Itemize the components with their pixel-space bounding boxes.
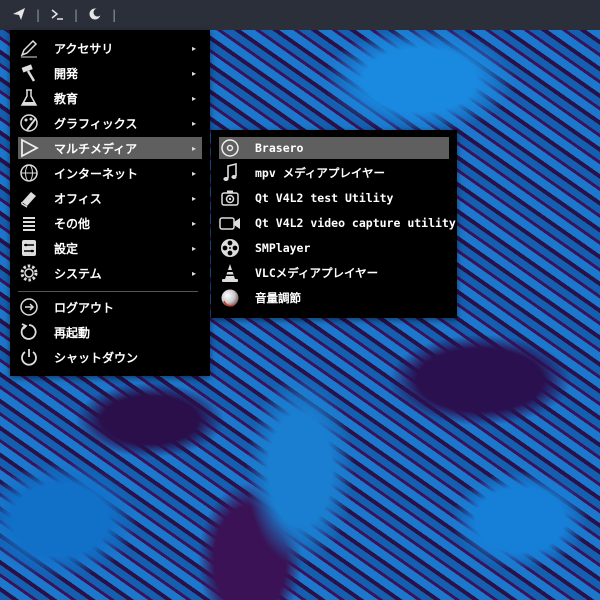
top-panel: | | | bbox=[0, 0, 600, 30]
pen-icon bbox=[18, 37, 40, 59]
moon-icon[interactable] bbox=[88, 7, 102, 24]
menu-item-other[interactable]: その他 ▸ bbox=[18, 212, 202, 234]
menu-item-label: オフィス bbox=[54, 191, 102, 206]
menu-item-label: システム bbox=[54, 266, 102, 281]
volume-icon bbox=[219, 287, 241, 309]
restart-icon bbox=[18, 321, 40, 343]
menu-item-label: 教育 bbox=[54, 91, 79, 106]
submenu-item-brasero[interactable]: Brasero bbox=[219, 137, 449, 159]
submenu-arrow-icon: ▸ bbox=[191, 193, 196, 203]
gear-icon bbox=[18, 262, 40, 284]
paper-plane-icon[interactable] bbox=[12, 7, 26, 24]
menu-item-label: マルチメディア bbox=[54, 141, 138, 156]
menu-separator bbox=[18, 291, 198, 292]
settings-icon bbox=[18, 237, 40, 259]
menu-item-development[interactable]: 開発 ▸ bbox=[18, 62, 202, 84]
panel-separator: | bbox=[36, 8, 41, 22]
play-icon bbox=[18, 137, 40, 159]
vlc-cone-icon bbox=[219, 262, 241, 284]
submenu-item-qvidcap[interactable]: Qt V4L2 video capture utility bbox=[219, 212, 456, 234]
submenu-item-label: 音量調節 bbox=[255, 291, 301, 305]
book-icon bbox=[18, 187, 40, 209]
submenu-arrow-icon: ▸ bbox=[191, 143, 196, 153]
submenu-arrow-icon: ▸ bbox=[191, 118, 196, 128]
menu-item-office[interactable]: オフィス ▸ bbox=[18, 187, 202, 209]
panel-separator: | bbox=[112, 8, 117, 22]
menu-item-multimedia[interactable]: マルチメディア ▸ bbox=[18, 137, 202, 159]
menu-item-label: 設定 bbox=[54, 241, 79, 256]
submenu-arrow-icon: ▸ bbox=[191, 168, 196, 178]
menu-item-accessories[interactable]: アクセサリ ▸ bbox=[18, 37, 202, 59]
submenu-item-label: SMPlayer bbox=[255, 241, 311, 255]
palette-icon bbox=[18, 112, 40, 134]
power-icon bbox=[18, 346, 40, 368]
menu-item-label: グラフィックス bbox=[54, 116, 138, 131]
submenu-item-mpv[interactable]: mpv メディアプレイヤー bbox=[219, 162, 449, 184]
menu-item-label: インターネット bbox=[54, 166, 139, 181]
submenu-arrow-icon: ▸ bbox=[191, 268, 196, 278]
logout-icon bbox=[18, 296, 40, 318]
submenu-arrow-icon: ▸ bbox=[191, 68, 196, 78]
menu-item-label: ログアウト bbox=[54, 300, 115, 315]
menu-item-logout[interactable]: ログアウト bbox=[18, 296, 202, 318]
submenu-item-vlc[interactable]: VLCメディアプレイヤー bbox=[219, 262, 449, 284]
submenu-arrow-icon: ▸ bbox=[191, 43, 196, 53]
submenu-item-label: Qt V4L2 video capture utility bbox=[255, 216, 456, 230]
hammer-icon bbox=[18, 62, 40, 84]
submenu-item-label: Qt V4L2 test Utility bbox=[255, 191, 394, 205]
flask-icon bbox=[18, 87, 40, 109]
menu-item-label: その他 bbox=[54, 216, 91, 231]
music-note-icon bbox=[219, 162, 241, 184]
camera-icon bbox=[219, 187, 241, 209]
film-reel-icon bbox=[219, 237, 241, 259]
terminal-icon[interactable] bbox=[50, 7, 64, 24]
menu-item-label: 再起動 bbox=[54, 325, 91, 340]
globe-icon bbox=[18, 162, 40, 184]
menu-item-education[interactable]: 教育 ▸ bbox=[18, 87, 202, 109]
menu-item-shutdown[interactable]: シャットダウン bbox=[18, 346, 202, 368]
submenu-arrow-icon: ▸ bbox=[191, 93, 196, 103]
submenu-item-label: VLCメディアプレイヤー bbox=[255, 266, 379, 280]
submenu-item-label: Brasero bbox=[255, 141, 304, 155]
list-icon bbox=[18, 212, 40, 234]
application-menu: アクセサリ ▸ 開発 ▸ 教育 ▸ グラフィックス ▸ マルチメディア ▸ イン bbox=[10, 30, 210, 376]
menu-item-settings[interactable]: 設定 ▸ bbox=[18, 237, 202, 259]
menu-item-label: シャットダウン bbox=[54, 350, 139, 365]
submenu-item-smplayer[interactable]: SMPlayer bbox=[219, 237, 449, 259]
video-camera-icon bbox=[219, 212, 241, 234]
panel-separator: | bbox=[74, 8, 79, 22]
menu-item-graphics[interactable]: グラフィックス ▸ bbox=[18, 112, 202, 134]
menu-item-restart[interactable]: 再起動 bbox=[18, 321, 202, 343]
submenu-arrow-icon: ▸ bbox=[191, 243, 196, 253]
submenu-item-volume-control[interactable]: 音量調節 bbox=[219, 287, 449, 309]
menu-item-system[interactable]: システム ▸ bbox=[18, 262, 202, 284]
menu-item-internet[interactable]: インターネット ▸ bbox=[18, 162, 202, 184]
menu-item-label: 開発 bbox=[54, 66, 79, 81]
multimedia-submenu: Brasero mpv メディアプレイヤー Qt V4L2 test Utili… bbox=[211, 130, 457, 318]
submenu-item-qv4l2[interactable]: Qt V4L2 test Utility bbox=[219, 187, 449, 209]
disc-icon bbox=[219, 137, 241, 159]
submenu-item-label: mpv メディアプレイヤー bbox=[255, 166, 386, 180]
menu-item-label: アクセサリ bbox=[54, 41, 114, 56]
submenu-arrow-icon: ▸ bbox=[191, 218, 196, 228]
